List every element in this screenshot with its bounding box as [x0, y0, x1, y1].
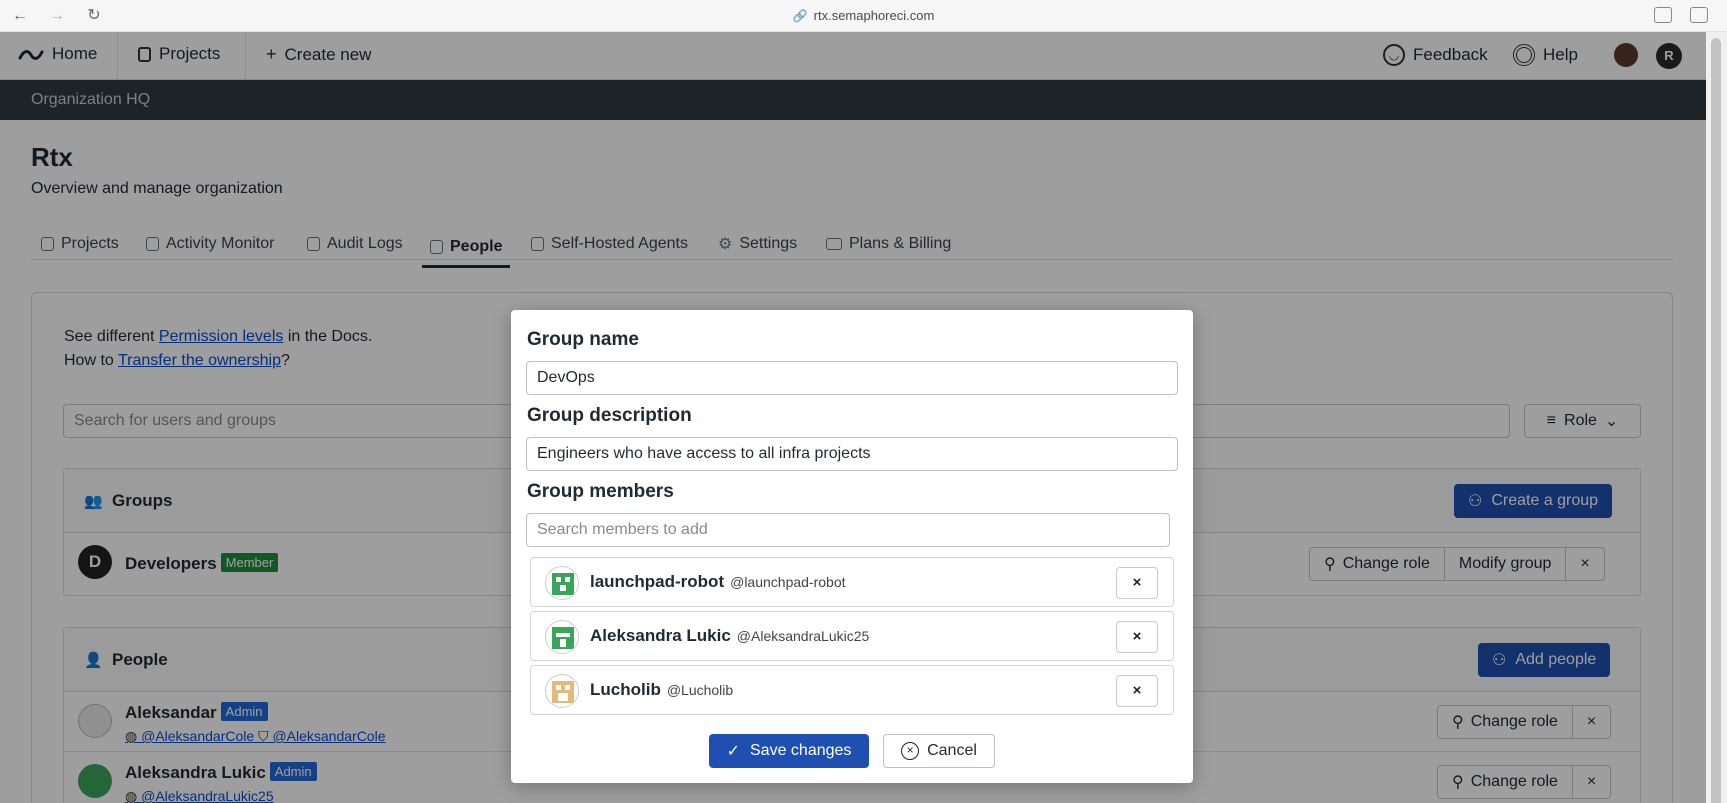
- identicon-icon: [552, 573, 574, 595]
- check-icon: ✓: [726, 743, 740, 760]
- page-scrollbar[interactable]: [1706, 32, 1727, 803]
- member-item: launchpad-robot @launchpad-robot ×: [530, 557, 1174, 607]
- member-handle: @launchpad-robot: [730, 574, 846, 590]
- identicon-icon: [552, 681, 574, 703]
- cancel-button[interactable]: × Cancel: [883, 734, 995, 768]
- sidebar-toggle-icon[interactable]: [1690, 7, 1708, 23]
- member-name-text: launchpad-robot: [590, 572, 725, 591]
- group-name-label: Group name: [527, 329, 639, 350]
- browser-toolbar: ← → ↻ 🔗 rtx.semaphoreci.com: [0, 0, 1727, 32]
- member-name-text: Aleksandra Lukic: [590, 626, 731, 645]
- member-name: Aleksandra Lukic @AleksandraLukic25: [590, 626, 869, 646]
- member-name: launchpad-robot @launchpad-robot: [590, 572, 846, 592]
- remove-member-button[interactable]: ×: [1116, 621, 1158, 653]
- scrollbar-thumb[interactable]: [1711, 38, 1721, 803]
- member-search-input[interactable]: [526, 513, 1170, 547]
- group-members-label: Group members: [527, 481, 674, 502]
- member-handle: @Lucholib: [666, 682, 734, 698]
- reader-icon[interactable]: [1654, 7, 1672, 23]
- link-icon: 🔗: [792, 9, 808, 23]
- cancel-label: Cancel: [927, 742, 977, 759]
- member-item: Lucholib @Lucholib ×: [530, 665, 1174, 715]
- save-changes-button[interactable]: ✓ Save changes: [709, 734, 869, 768]
- remove-member-button[interactable]: ×: [1116, 567, 1158, 599]
- member-avatar: [545, 674, 579, 708]
- member-avatar: [545, 620, 579, 654]
- save-changes-label: Save changes: [750, 742, 852, 759]
- member-item: Aleksandra Lukic @AleksandraLukic25 ×: [530, 611, 1174, 661]
- member-avatar: [545, 566, 579, 600]
- group-name-input[interactable]: [526, 361, 1178, 395]
- group-description-label: Group description: [527, 405, 692, 426]
- group-description-input[interactable]: [526, 437, 1178, 471]
- identicon-icon: [552, 627, 574, 649]
- remove-member-button[interactable]: ×: [1116, 675, 1158, 707]
- member-name-text: Lucholib: [590, 680, 661, 699]
- url-text: rtx.semaphoreci.com: [813, 8, 935, 23]
- close-circle-icon: ×: [901, 742, 920, 760]
- member-name: Lucholib @Lucholib: [590, 680, 733, 700]
- address-bar[interactable]: 🔗 rtx.semaphoreci.com: [0, 8, 1727, 23]
- edit-group-modal: Group name Group description Group membe…: [511, 310, 1193, 783]
- member-handle: @AleksandraLukic25: [736, 628, 870, 644]
